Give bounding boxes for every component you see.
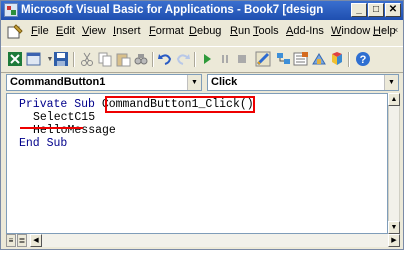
procedure-view-icon[interactable]: ≡	[6, 234, 16, 247]
find-icon[interactable]	[133, 51, 149, 67]
full-module-view-icon[interactable]: ≣	[17, 234, 27, 247]
menu-file[interactable]: File	[31, 25, 49, 37]
code-window-icon[interactable]	[7, 24, 23, 40]
code-line: HelloMessage	[33, 124, 116, 137]
chevron-down-icon[interactable]: ▼	[384, 75, 398, 90]
menu-window[interactable]: Window	[331, 25, 370, 37]
properties-icon[interactable]	[293, 51, 309, 67]
menu-edit[interactable]: Edit	[56, 25, 75, 37]
project-explorer-icon[interactable]	[276, 51, 292, 67]
break-icon[interactable]	[217, 51, 233, 67]
excel-icon[interactable]	[7, 51, 23, 67]
highlight-box	[105, 96, 255, 113]
scroll-left-icon[interactable]: ◀	[30, 234, 42, 247]
insert-userform-icon[interactable]	[26, 51, 42, 67]
design-mode-icon[interactable]	[255, 51, 271, 67]
scroll-down-icon[interactable]: ▼	[388, 221, 400, 234]
title-bar: Microsoft Visual Basic for Applications …	[1, 1, 403, 20]
window-title: Microsoft Visual Basic for Applications …	[21, 4, 323, 16]
mdi-close-button[interactable]: ×	[393, 25, 398, 35]
toolbar-separator	[348, 52, 350, 67]
cut-icon[interactable]	[79, 51, 95, 67]
mdi-minimize-button[interactable]: _	[373, 25, 378, 35]
procedure-combo-value: Click	[211, 76, 238, 88]
menu-tools[interactable]: Tools	[253, 25, 279, 37]
copy-icon[interactable]	[97, 51, 113, 67]
object-combo[interactable]: CommandButton1 ▼	[6, 74, 202, 91]
minimize-button[interactable]: _	[351, 3, 367, 17]
vertical-scrollbar[interactable]: ▲ ▼	[388, 93, 400, 234]
object-browser-icon[interactable]	[311, 51, 327, 67]
toolbar-separator	[194, 52, 196, 67]
help-icon[interactable]: ?	[355, 51, 371, 67]
standard-toolbar: ▼ ?	[1, 46, 403, 73]
redo-icon[interactable]	[175, 51, 191, 67]
menu-insert[interactable]: Insert	[113, 25, 141, 37]
menu-addins[interactable]: Add-Ins	[286, 25, 324, 37]
menu-run[interactable]: Run	[230, 25, 250, 37]
procedure-combo[interactable]: Click ▼	[207, 74, 399, 91]
code-keyword: Private Sub	[19, 98, 102, 111]
menu-debug[interactable]: Debug	[189, 25, 221, 37]
close-button[interactable]: ✕	[385, 3, 401, 17]
toolbox-icon[interactable]	[329, 51, 345, 67]
paste-icon[interactable]	[115, 51, 131, 67]
menu-bar: File Edit View Insert Format Debug Run T…	[1, 20, 403, 45]
undo-icon[interactable]	[157, 51, 173, 67]
code-window-combos: CommandButton1 ▼ Click ▼	[6, 74, 399, 92]
reset-icon[interactable]	[234, 51, 250, 67]
vba-app-icon	[4, 3, 18, 17]
save-icon[interactable]	[53, 51, 69, 67]
mdi-restore-button[interactable]: ▫	[383, 25, 386, 35]
code-editor[interactable]: Private Sub CommandButton1_Click() Selec…	[6, 93, 388, 234]
vba-editor-window: Microsoft Visual Basic for Applications …	[0, 0, 404, 250]
code-line: SelectC15	[33, 111, 96, 124]
toolbar-separator	[73, 52, 75, 67]
highlight-underline	[20, 127, 83, 129]
svg-text:?: ?	[360, 54, 367, 66]
scroll-up-icon[interactable]: ▲	[388, 93, 400, 106]
chevron-down-icon[interactable]: ▼	[187, 75, 201, 90]
menu-view[interactable]: View	[82, 25, 106, 37]
scroll-right-icon[interactable]: ▶	[388, 234, 400, 247]
menu-format[interactable]: Format	[149, 25, 184, 37]
maximize-button[interactable]: □	[368, 3, 384, 17]
run-icon[interactable]	[199, 51, 215, 67]
object-combo-value: CommandButton1	[10, 76, 106, 88]
horizontal-scrollbar: ≡ ≣ ◀ ▶	[6, 234, 400, 247]
toolbar-separator	[152, 52, 154, 67]
code-line: End Sub	[19, 137, 68, 150]
